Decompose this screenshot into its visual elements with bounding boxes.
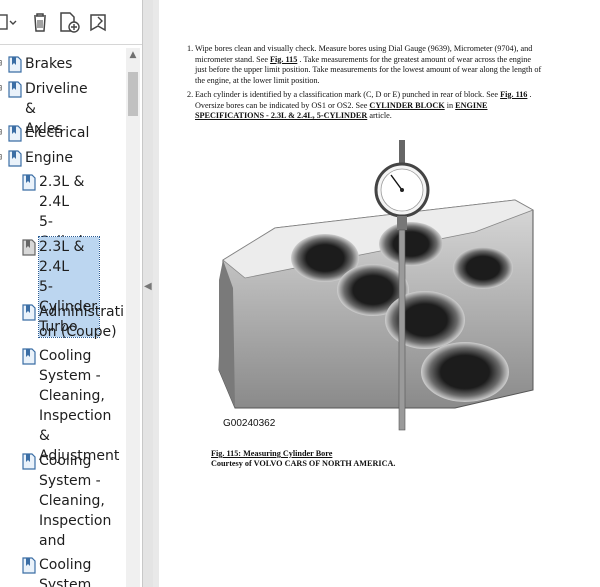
bookmark-label[interactable]: Brakes	[25, 54, 72, 74]
collapse-panel-arrow-icon[interactable]: ◀	[144, 280, 152, 294]
bookmark-label-line: Inspection	[39, 512, 112, 529]
step-1-line-4: the engine, at the lower limit position.	[195, 75, 320, 85]
step-2-line-2: Oversize bores can be indicated by OS1 o…	[195, 101, 600, 112]
figure-caption: Fig. 115: Measuring Cylinder Bore Courte…	[211, 449, 395, 469]
bookmarks-toolbar	[0, 0, 142, 45]
bookmark-label-line: Cooling	[39, 452, 92, 469]
bookmark-label-line: System	[39, 577, 92, 587]
bookmark-label-line: Electrical	[25, 125, 90, 142]
step-2-article: article.	[367, 111, 392, 121]
bookmark-label-line: on (Coupe)	[39, 323, 117, 340]
bookmark-label-line: 2.3L & 2.4L	[39, 174, 85, 211]
step-1-text: micrometer stand. See	[195, 54, 271, 64]
caption-title: Fig. 115: Measuring Cylinder Bore	[211, 449, 333, 458]
bookmark-icon	[22, 303, 36, 321]
sidebar-options-icon[interactable]	[0, 10, 18, 34]
bookmark-icon	[8, 56, 22, 73]
bookmark-icon	[22, 174, 36, 191]
expand-node-icon[interactable]: ⊞	[0, 57, 6, 71]
fig-116-link[interactable]: Fig. 116	[500, 90, 527, 99]
bookmark-icon	[22, 557, 36, 574]
new-bookmark-icon[interactable]	[56, 10, 82, 34]
bookmark-label-line: Cooling	[39, 557, 92, 574]
step-1-number: 1.	[187, 44, 194, 53]
step-2-line-1: Each cylinder is identified by a classif…	[195, 90, 600, 101]
bookmark-label-line: Cleaning,	[39, 388, 105, 405]
bookmark-label-line: Cooling	[39, 348, 92, 365]
bookmark-label-line: Engine	[25, 149, 73, 166]
bookmark-label[interactable]: Administrati on (Coupe)	[39, 302, 124, 342]
expand-node-icon[interactable]: ⊞	[0, 126, 6, 140]
specifications-link[interactable]: SPECIFICATIONS - 2.3L & 2.4L, 5-CYLINDER	[195, 111, 367, 120]
panel-splitter[interactable]: ◀	[143, 0, 153, 587]
bookmark-label-line: Cleaning,	[39, 492, 105, 509]
bookmarks-scrollbar[interactable]: ▲	[126, 48, 140, 587]
bookmark-label[interactable]: Electrical	[25, 123, 89, 143]
step-2-in: in	[444, 100, 456, 110]
bookmark-icon	[8, 125, 22, 142]
fig-115-link[interactable]: Fig. 115	[270, 55, 297, 64]
cylinder-block-link[interactable]: CYLINDER BLOCK	[369, 101, 444, 110]
bookmark-icon	[8, 150, 22, 167]
step-2-text-2: Oversize bores can be indicated by OS1 o…	[195, 100, 370, 110]
bookmarks-panel: ⊞Brakes⊞Driveline &Axles⊞Electrical⊟Engi…	[0, 0, 143, 587]
bookmark-label-line: and	[39, 532, 66, 549]
document-page: 1. Wipe bores clean and visually check. …	[159, 0, 600, 587]
step-1-line-3: just before the upper limit position. Ta…	[195, 65, 542, 75]
expand-bookmark-icon[interactable]	[86, 10, 112, 34]
bookmark-label[interactable]: Engine	[25, 148, 73, 168]
bookmark-label[interactable]: Cooling System	[39, 555, 91, 587]
bookmark-label-line: Inspection &	[39, 408, 112, 445]
bookmark-label-line: Brakes	[25, 56, 73, 72]
figure-id: G00240362	[223, 418, 276, 429]
step-2: 2. Each cylinder is identified by a clas…	[187, 90, 600, 122]
step-1: 1. Wipe bores clean and visually check. …	[187, 44, 600, 86]
engine-link[interactable]: ENGINE	[455, 101, 487, 110]
bookmark-icon	[22, 239, 36, 256]
step-2-line-3: SPECIFICATIONS - 2.3L & 2.4L, 5-CYLINDER…	[195, 111, 600, 122]
bookmark-label-line: System -	[39, 368, 101, 385]
bookmark-icon	[8, 80, 22, 98]
bookmark-label-line: 2.3L & 2.4L	[39, 239, 85, 275]
bookmark-label[interactable]: Cooling System - Cleaning, Inspection and	[39, 451, 111, 551]
engine-block-figure	[215, 140, 537, 436]
scroll-up-arrow-icon[interactable]: ▲	[126, 48, 140, 62]
step-2-text: Each cylinder is identified by a classif…	[195, 90, 501, 99]
step-1-line-1: Wipe bores clean and visually check. Mea…	[195, 44, 533, 53]
expand-node-icon[interactable]: ⊞	[0, 82, 6, 96]
step-1-text-cont: . Take measurements for the greatest amo…	[297, 54, 531, 64]
step-2-text-cont: .	[527, 90, 532, 99]
bookmark-icon	[22, 348, 36, 365]
bookmark-label[interactable]: Cooling System - Cleaning, Inspection & Adju…	[39, 346, 119, 466]
step-2-number: 2.	[187, 90, 194, 99]
bookmark-label-line: Driveline &	[25, 80, 88, 117]
scroll-thumb[interactable]	[128, 72, 138, 116]
bookmark-icon	[22, 453, 36, 470]
bookmark-label-line: System -	[39, 472, 101, 489]
delete-bookmark-icon[interactable]	[27, 10, 53, 34]
step-1-line-2: micrometer stand. See Fig. 115 . Take me…	[195, 55, 600, 66]
bookmark-label-line: Administrati	[39, 303, 125, 320]
collapse-node-icon[interactable]: ⊟	[0, 151, 6, 165]
caption-credit: Courtesy of VOLVO CARS OF NORTH AMERICA.	[211, 459, 396, 468]
